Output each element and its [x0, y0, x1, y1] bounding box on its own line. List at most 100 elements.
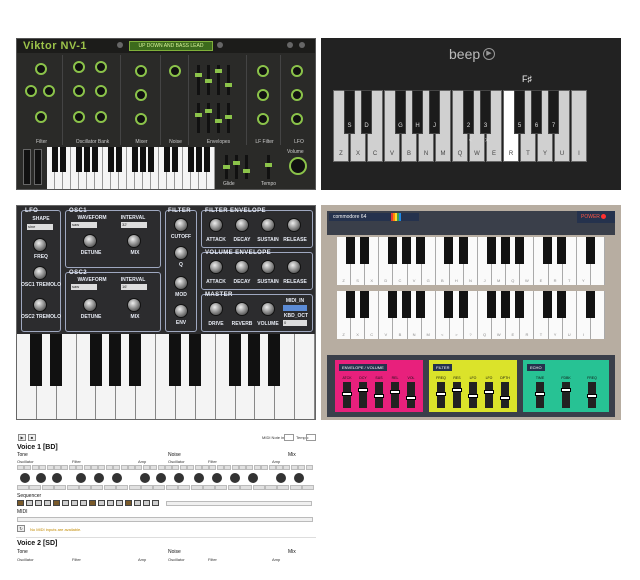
- power-button[interactable]: POWER: [577, 211, 615, 223]
- stop-button[interactable]: ■: [28, 434, 36, 441]
- black-key[interactable]: [585, 237, 595, 264]
- black-key[interactable]: [557, 291, 567, 318]
- param-select-cell[interactable]: [190, 485, 203, 490]
- fader-slider[interactable]: [561, 382, 571, 408]
- drum-knob[interactable]: [36, 473, 46, 483]
- black-key[interactable]: [402, 237, 412, 264]
- viktor-knob[interactable]: [73, 61, 85, 73]
- osc1-tremolo-knob[interactable]: [33, 266, 47, 280]
- drum-knob[interactable]: [94, 473, 104, 483]
- midi-note-input[interactable]: [284, 434, 294, 441]
- drum-knob[interactable]: [194, 473, 204, 483]
- black-key[interactable]: [92, 147, 98, 172]
- fader-slider[interactable]: [390, 382, 400, 408]
- interval-select[interactable]: 32': [121, 222, 147, 228]
- viktor-knob[interactable]: [257, 65, 269, 77]
- param-select-cell[interactable]: [277, 485, 290, 490]
- black-key[interactable]: [164, 147, 170, 172]
- black-key[interactable]: [89, 334, 102, 386]
- sequencer-step[interactable]: [80, 500, 87, 506]
- black-key[interactable]: [543, 237, 553, 264]
- fader-slider[interactable]: [468, 382, 478, 408]
- viktor-knob[interactable]: [35, 63, 47, 75]
- play-button[interactable]: ▶: [18, 434, 26, 441]
- param-select-cell[interactable]: [153, 485, 166, 490]
- param-select-cell[interactable]: [302, 485, 315, 490]
- black-key[interactable]: [359, 237, 369, 264]
- drum-knob[interactable]: [20, 473, 30, 483]
- param-select-cell[interactable]: [29, 485, 42, 490]
- sequencer-step[interactable]: [98, 500, 105, 506]
- black-key[interactable]: [585, 291, 595, 318]
- param-select-cell[interactable]: [103, 485, 116, 490]
- release-knob[interactable]: [287, 260, 301, 274]
- black-key[interactable]: S: [344, 90, 355, 134]
- drum-knob[interactable]: [230, 473, 240, 483]
- next-preset-button[interactable]: [217, 42, 223, 48]
- black-key[interactable]: 2: [463, 90, 474, 134]
- black-key[interactable]: [402, 291, 412, 318]
- prev-preset-button[interactable]: [117, 42, 123, 48]
- drum-knob[interactable]: [112, 473, 122, 483]
- black-key[interactable]: D: [361, 90, 372, 134]
- midi-refresh-button[interactable]: ↻: [17, 525, 25, 532]
- black-key[interactable]: 6: [531, 90, 542, 134]
- black-key[interactable]: [500, 237, 510, 264]
- fader-slider[interactable]: [374, 382, 384, 408]
- viktor-knob[interactable]: [257, 113, 269, 125]
- sequencer-step[interactable]: [125, 500, 132, 506]
- black-key[interactable]: [129, 334, 142, 386]
- black-key[interactable]: [515, 237, 524, 264]
- black-key[interactable]: [76, 147, 82, 172]
- param-select-cell[interactable]: [41, 485, 54, 490]
- env-slider[interactable]: [205, 103, 212, 133]
- attack-knob[interactable]: [209, 260, 223, 274]
- black-key[interactable]: [228, 334, 241, 386]
- sequencer-step[interactable]: [71, 500, 78, 506]
- drum-knob[interactable]: [156, 473, 166, 483]
- black-key[interactable]: [458, 237, 468, 264]
- param-select-cell[interactable]: [79, 485, 91, 490]
- black-key[interactable]: 5: [514, 90, 525, 134]
- fader-slider[interactable]: [342, 382, 352, 408]
- midi-in-select[interactable]: [283, 305, 307, 311]
- param-select-cell[interactable]: [252, 485, 265, 490]
- black-key[interactable]: [52, 147, 58, 172]
- drum-knob[interactable]: [174, 473, 184, 483]
- drum-knob[interactable]: [294, 473, 304, 483]
- octave-up-label[interactable]: >: [485, 138, 489, 144]
- freq-knob[interactable]: [33, 238, 47, 252]
- drum-knob[interactable]: [76, 473, 86, 483]
- viktor-preset-display[interactable]: UP DOWN AND BASS LEAD: [129, 41, 213, 51]
- black-key[interactable]: [500, 291, 510, 318]
- black-key[interactable]: [148, 147, 154, 172]
- viktor-knob[interactable]: [73, 85, 85, 97]
- mix-knob[interactable]: [127, 234, 141, 248]
- viktor-knob[interactable]: [135, 89, 147, 101]
- black-key[interactable]: [60, 147, 66, 172]
- midi-learn-bar[interactable]: [17, 517, 313, 522]
- fader-slider[interactable]: [535, 382, 545, 408]
- viktor-knob[interactable]: [95, 85, 107, 97]
- black-key[interactable]: [345, 291, 355, 318]
- black-key[interactable]: [444, 291, 454, 318]
- black-key[interactable]: [458, 291, 468, 318]
- param-select-cell[interactable]: [165, 485, 178, 490]
- black-key[interactable]: [388, 237, 398, 264]
- env-slider[interactable]: [215, 103, 222, 133]
- waveform-select[interactable]: saw: [71, 222, 97, 228]
- param-select-cell[interactable]: [289, 485, 302, 490]
- release-knob[interactable]: [287, 218, 301, 232]
- param-select-cell[interactable]: [17, 485, 29, 490]
- detune-knob[interactable]: [83, 234, 97, 248]
- viktor-knob[interactable]: [257, 89, 269, 101]
- drum-knob[interactable]: [212, 473, 222, 483]
- black-key[interactable]: [557, 237, 567, 264]
- sustain-knob[interactable]: [261, 218, 275, 232]
- black-key[interactable]: [248, 334, 261, 386]
- env-slider[interactable]: [215, 65, 222, 95]
- param-select-cell[interactable]: [116, 485, 129, 490]
- param-select-cell[interactable]: [54, 485, 67, 490]
- decay-knob[interactable]: [235, 218, 249, 232]
- black-key[interactable]: [188, 334, 201, 386]
